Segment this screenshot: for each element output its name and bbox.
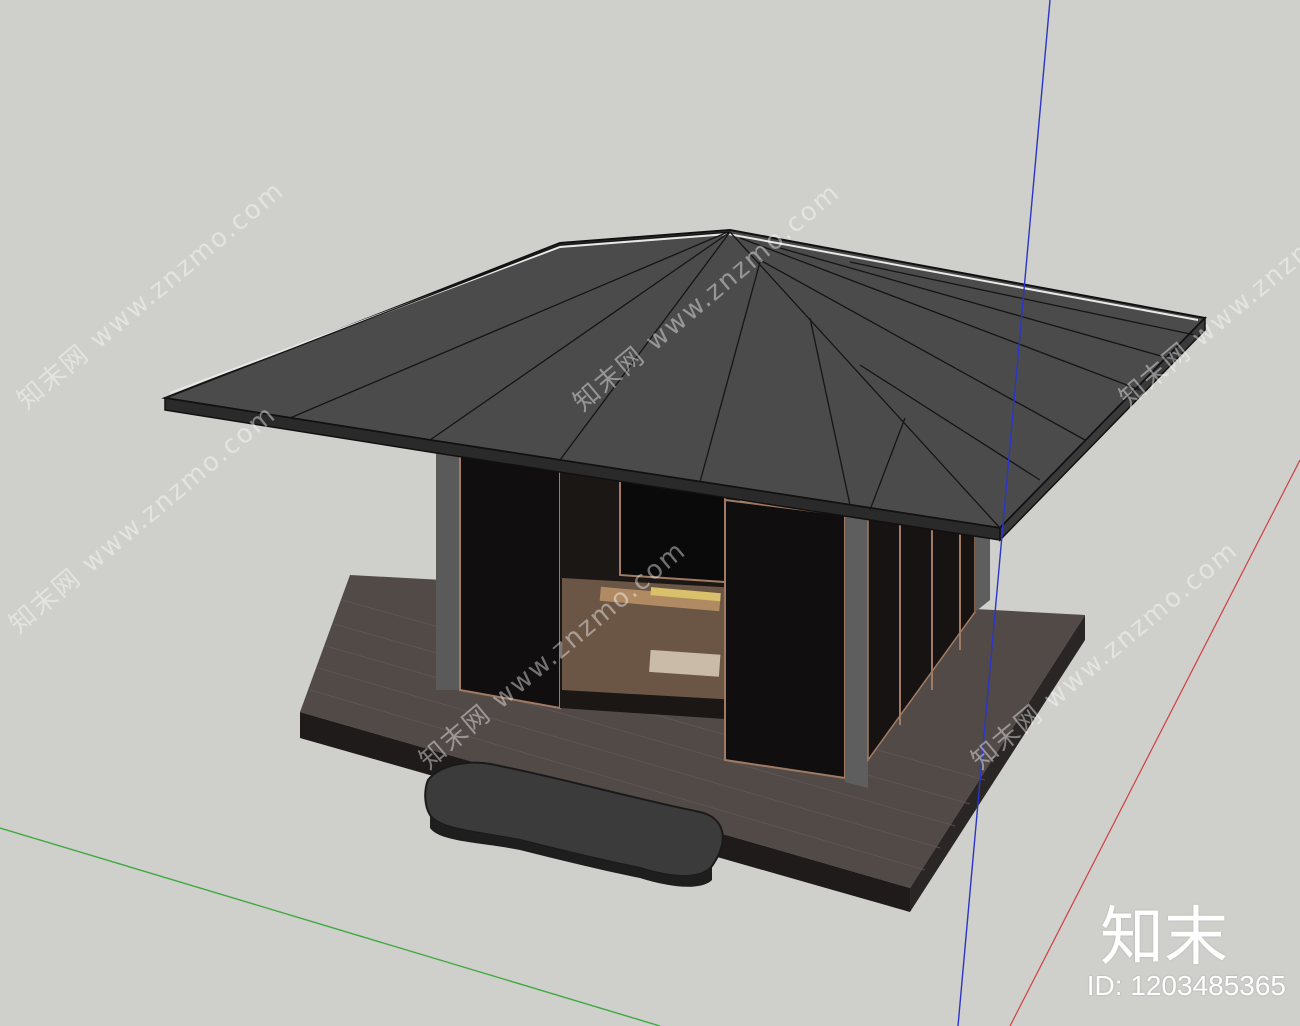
asset-id-label: ID: 1203485365 [1086, 970, 1286, 1001]
pavilion-model-scene[interactable] [0, 0, 1300, 1026]
sketchup-viewport[interactable]: 知末网 www.znzmo.com 知末网 www.znzmo.com 知末网 … [0, 0, 1300, 1026]
brand-logo-text: 知末 [1100, 901, 1228, 975]
